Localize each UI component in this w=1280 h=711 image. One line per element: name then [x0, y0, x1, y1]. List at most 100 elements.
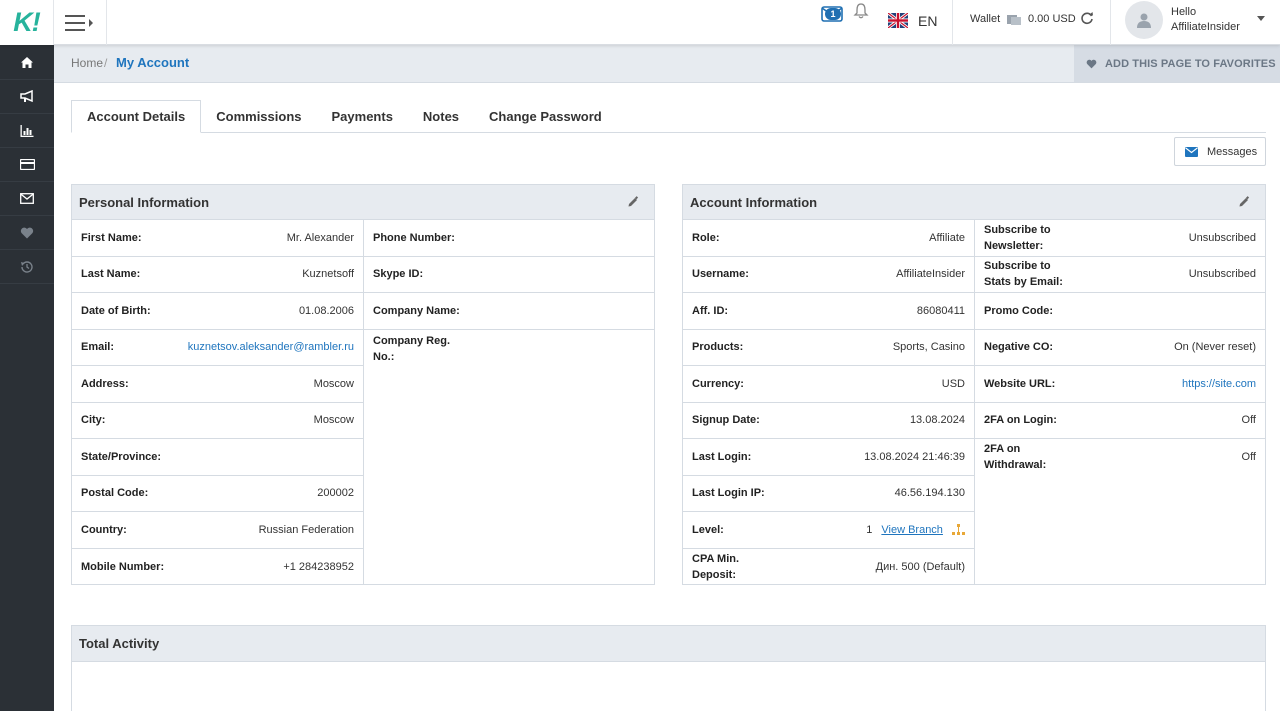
field-label: Aff. ID:: [692, 304, 729, 317]
language-selector[interactable]: EN: [918, 13, 937, 29]
divider: [952, 0, 953, 45]
panel-header: Total Activity: [72, 626, 1265, 662]
field-value: 13.08.2024: [909, 414, 965, 427]
field-value: Unsubscribed: [1188, 268, 1256, 281]
personal-right-column: Phone Number: Skype ID: Company Name: Co…: [363, 220, 654, 585]
website-url-link[interactable]: https://site.com: [1182, 378, 1256, 390]
table-row: Negative CO: On (Never reset): [975, 330, 1265, 366]
heart-icon: [20, 227, 34, 238]
uk-flag-icon[interactable]: [888, 13, 908, 28]
breadcrumb: Home / My Account ADD THIS PAGE TO FAVOR…: [54, 45, 1280, 83]
avatar[interactable]: [1125, 1, 1163, 39]
field-value: 01.08.2006: [298, 304, 354, 317]
email-link[interactable]: kuznetsov.aleksander@rambler.ru: [188, 341, 354, 353]
logo[interactable]: K!: [0, 0, 54, 45]
pencil-icon[interactable]: [627, 196, 639, 208]
sidebar-item-payments[interactable]: [0, 148, 54, 182]
table-row: Promo Code:: [975, 293, 1265, 330]
sidebar-item-reports[interactable]: [0, 114, 54, 148]
credit-card-icon: [19, 159, 35, 170]
field-value: +1 284238952: [283, 560, 354, 573]
personal-information-panel: Personal Information First Name: Mr. Alex…: [71, 184, 655, 585]
pencil-icon[interactable]: [1238, 196, 1250, 208]
table-row: Subscribe to Stats by Email: Unsubscribed: [975, 257, 1265, 293]
table-row: Last Login: 13.08.2024 21:46:39: [683, 439, 974, 476]
breadcrumb-separator: /: [104, 56, 108, 70]
megaphone-icon: [19, 90, 33, 103]
field-label: Phone Number:: [373, 231, 455, 244]
field-value: Sports, Casino: [892, 341, 965, 354]
tab-payments[interactable]: Payments: [317, 100, 408, 133]
sidebar-item-messages[interactable]: [0, 182, 54, 216]
envelope-icon: [1185, 146, 1198, 157]
table-row: Skype ID:: [364, 257, 654, 293]
field-label: Currency:: [692, 377, 744, 390]
sitemap-icon[interactable]: [952, 524, 965, 536]
field-value: 46.56.194.130: [894, 487, 965, 500]
table-row: Products: Sports, Casino: [683, 330, 974, 366]
field-label: Postal Code:: [81, 487, 149, 500]
field-label: Signup Date:: [692, 414, 760, 427]
field-label: State/Province:: [81, 450, 162, 463]
field-value: AffiliateInsider: [896, 268, 965, 281]
field-label: Products:: [692, 341, 744, 354]
sidebar-item-history[interactable]: [0, 250, 54, 284]
breadcrumb-current: My Account: [116, 55, 190, 70]
field-label: Last Login IP:: [692, 487, 765, 500]
bell-icon[interactable]: [852, 2, 870, 20]
field-label: Mobile Number:: [81, 560, 165, 573]
wallet-icon: [1007, 15, 1021, 25]
table-row: Website URL: https://site.com: [975, 366, 1265, 403]
messages-button-label: Messages: [1207, 145, 1258, 158]
table-row: Mobile Number: +1 284238952: [72, 549, 363, 586]
breadcrumb-home-link[interactable]: Home: [71, 56, 103, 70]
tab-commissions[interactable]: Commissions: [201, 100, 316, 133]
history-icon: [21, 260, 33, 273]
refresh-icon[interactable]: [1080, 11, 1094, 25]
table-row: Level: 1 View Branch: [683, 512, 974, 549]
field-label: Address:: [81, 377, 129, 390]
sidebar-item-favorites[interactable]: [0, 216, 54, 250]
caret-down-icon[interactable]: [1256, 15, 1266, 23]
tab-change-password[interactable]: Change Password: [474, 100, 617, 133]
tab-account-details[interactable]: Account Details: [71, 100, 202, 133]
field-value: 86080411: [916, 304, 965, 317]
field-value: 200002: [317, 487, 354, 500]
sidebar-item-home[interactable]: [0, 45, 54, 80]
panel-header: Account Information: [683, 185, 1265, 220]
table-row: Email: kuznetsov.aleksander@rambler.ru: [72, 330, 363, 366]
field-label: Company Name:: [373, 304, 460, 317]
level-value: 1: [866, 523, 873, 536]
field-value: 13.08.2024 21:46:39: [864, 450, 965, 463]
table-row: Company Reg. No.:: [364, 330, 654, 367]
add-to-favorites-button[interactable]: ADD THIS PAGE TO FAVORITES: [1074, 45, 1280, 82]
field-value: Unsubscribed: [1188, 231, 1256, 244]
field-value: Off: [1241, 451, 1256, 464]
field-label: Role:: [692, 231, 720, 244]
menu-icon: [65, 14, 93, 31]
field-value: Moscow: [313, 377, 354, 390]
account-tabs: Account Details Commissions Payments Not…: [71, 100, 1266, 133]
field-label: CPA Min. Deposit:: [692, 552, 740, 581]
messages-button[interactable]: Messages: [1174, 137, 1266, 166]
table-row: 2FA on Login: Off: [975, 403, 1265, 439]
panel-title: Account Information: [690, 194, 818, 210]
bar-chart-icon: [20, 124, 34, 137]
table-row: Date of Birth: 01.08.2006: [72, 293, 363, 330]
sidebar-item-campaigns[interactable]: [0, 80, 54, 114]
table-row: Username: AffiliateInsider: [683, 257, 974, 293]
user-greeting[interactable]: Hello AffiliateInsider: [1171, 5, 1240, 35]
wallet-balance: 0.00 USD: [1028, 13, 1076, 25]
field-label: Username:: [692, 268, 749, 281]
field-value: Moscow: [313, 414, 354, 427]
table-row: CPA Min. Deposit: Дин. 500 (Default): [683, 549, 974, 586]
view-branch-link[interactable]: View Branch: [881, 524, 943, 536]
panel-title: Total Activity: [79, 636, 160, 651]
menu-toggle-button[interactable]: [54, 0, 107, 45]
field-value: Kuznetsoff: [302, 268, 354, 281]
username-text: AffiliateInsider: [1171, 21, 1240, 33]
table-row: Currency: USD: [683, 366, 974, 403]
field-value: On (Never reset): [1174, 341, 1256, 354]
tab-notes[interactable]: Notes: [408, 100, 474, 133]
wallet-label: Wallet: [970, 13, 1001, 25]
